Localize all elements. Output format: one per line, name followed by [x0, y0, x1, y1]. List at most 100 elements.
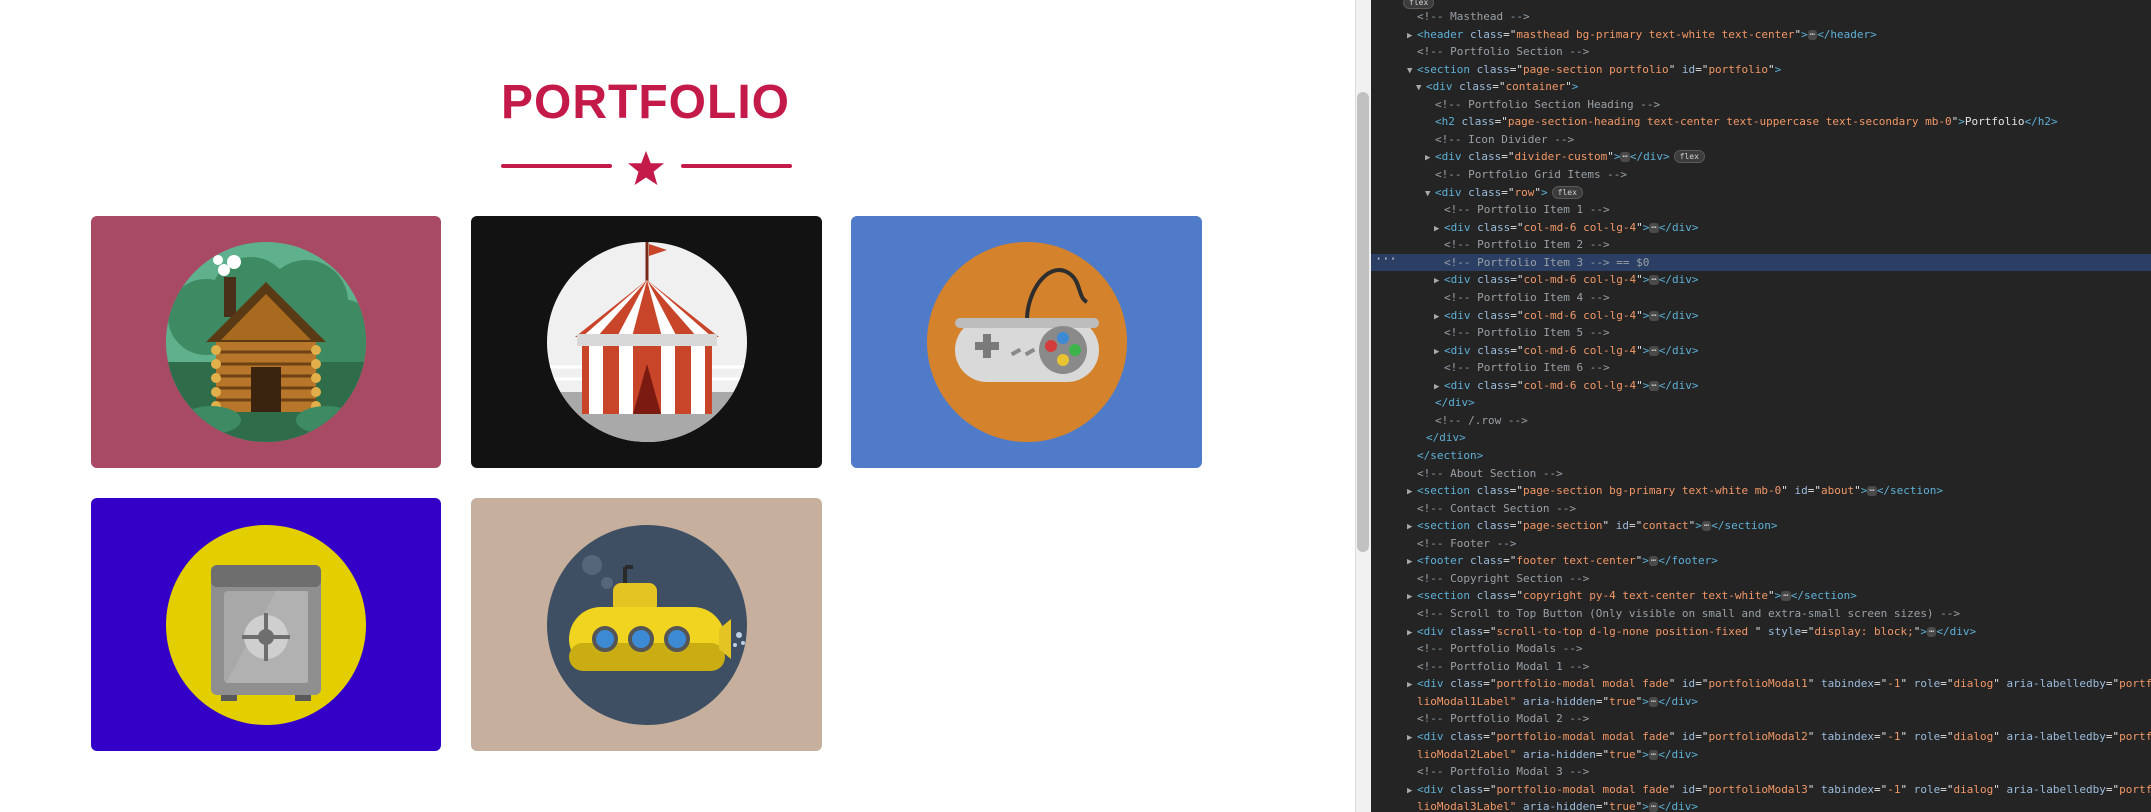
dom-node-line[interactable]: <!-- Portfolio Modal 2 --> [1371, 710, 2151, 727]
collapsed-triangle-icon[interactable]: ▶ [1407, 677, 1417, 694]
more-options-icon[interactable]: ··· [1375, 252, 1397, 266]
dom-node-line[interactable]: ▶ <div class="col-md-6 col-lg-4"> ⋯ </div> [1371, 377, 2151, 394]
ellipsis-icon[interactable]: ⋯ [1867, 486, 1877, 497]
dom-node-line[interactable]: ▶ <div class="portfolio-modal modal fade"… [1371, 675, 2151, 692]
ellipsis-icon[interactable]: ⋯ [1649, 275, 1659, 286]
closing-tag: </div> [1629, 150, 1670, 164]
dom-node-line[interactable]: ▶ <section class="page-section" id="conta… [1371, 517, 2151, 534]
attr-name: class [1443, 729, 1484, 743]
attr-name: id [1675, 677, 1696, 691]
collapsed-triangle-icon[interactable]: ▶ [1407, 730, 1417, 747]
ellipsis-icon[interactable]: ⋯ [1649, 310, 1659, 321]
collapsed-triangle-icon[interactable]: ▶ [1407, 625, 1417, 642]
dom-node-line[interactable]: lioModal3Label" aria-hidden="true"> ⋯ </di… [1371, 798, 2151, 812]
dom-node-line[interactable]: ▶ <div class="portfolio-modal modal fade"… [1371, 728, 2151, 745]
collapsed-triangle-icon[interactable]: ▶ [1434, 273, 1444, 290]
ellipsis-icon[interactable]: ⋯ [1648, 749, 1659, 760]
ellipsis-icon[interactable]: ⋯ [1781, 591, 1791, 602]
flex-badge[interactable]: flex [1551, 185, 1583, 199]
dom-node-line[interactable]: <!-- Portfolio Section --> [1371, 43, 2151, 60]
dom-node-line[interactable]: <!-- Copyright Section --> [1371, 570, 2151, 587]
dom-node-line[interactable]: ▶ <section class="page-section bg-primary… [1371, 482, 2151, 499]
html-comment: <!-- Scroll to Top Button (Only visible … [1417, 607, 1961, 621]
expanded-triangle-icon[interactable]: ▼ [1407, 63, 1417, 80]
dom-node-line[interactable]: lioModal1Label" aria-hidden="true"> ⋯ </di… [1371, 693, 2151, 710]
expanded-triangle-icon[interactable]: ▼ [1425, 186, 1435, 203]
collapsed-triangle-icon[interactable]: ▶ [1434, 379, 1444, 396]
dom-node-line[interactable]: <!-- Contact Section --> [1371, 500, 2151, 517]
dom-node-line[interactable]: <!-- Portfolio Modals --> [1371, 640, 2151, 657]
ellipsis-icon[interactable]: ⋯ [1649, 345, 1659, 356]
dom-node-line[interactable]: ▶ <div class="col-md-6 col-lg-4"> ⋯ </div> [1371, 342, 2151, 359]
dom-node-line[interactable]: <!-- Scroll to Top Button (Only visible … [1371, 605, 2151, 622]
dom-node-line[interactable]: <!-- Portfolio Grid Items --> [1371, 166, 2151, 183]
tag-name: <div [1426, 80, 1453, 94]
dom-node-line[interactable]: </section> [1371, 447, 2151, 464]
portfolio-item-3[interactable] [851, 216, 1202, 468]
dom-node-line[interactable]: <!-- Portfolio Section Heading --> [1371, 96, 2151, 113]
dom-node-line[interactable]: <!-- Portfolio Item 4 --> [1371, 289, 2151, 306]
dom-node-line[interactable]: ▼ <section class="page-section portfolio"… [1371, 61, 2151, 78]
dom-node-line[interactable]: <!-- Portfolio Item 2 --> [1371, 236, 2151, 253]
collapsed-triangle-icon[interactable]: ▶ [1407, 519, 1417, 536]
dom-node-line[interactable]: ▶ <header class="masthead bg-primary text… [1371, 26, 2151, 43]
ellipsis-icon[interactable]: ⋯ [1620, 152, 1630, 163]
page-scrollbar-thumb[interactable] [1357, 92, 1369, 552]
collapsed-triangle-icon[interactable]: ▶ [1407, 484, 1417, 501]
collapsed-triangle-icon[interactable]: ▶ [1434, 221, 1444, 238]
dom-node-line[interactable]: <!-- Portfolio Item 1 --> [1371, 201, 2151, 218]
dom-node-line[interactable]: ▶ <div class="divider-custom"> ⋯ </div> flex [1371, 148, 2151, 165]
dom-node-line[interactable]: lioModal2Label" aria-hidden="true"> ⋯ </di… [1371, 746, 2151, 763]
flex-badge[interactable]: flex [1673, 150, 1705, 164]
dom-node-line[interactable]: <!-- Portfolio Item 6 --> [1371, 359, 2151, 376]
dom-node-line[interactable]: <!-- Portfolio Modal 1 --> [1371, 658, 2151, 675]
attr-name: class [1463, 554, 1504, 568]
ellipsis-icon[interactable]: ⋯ [1649, 380, 1659, 391]
collapsed-triangle-icon[interactable]: ▶ [1434, 344, 1444, 361]
portfolio-item-1[interactable] [91, 216, 441, 468]
dom-node-line[interactable]: <!-- /.row --> [1371, 412, 2151, 429]
ellipsis-icon[interactable]: ⋯ [1807, 29, 1818, 40]
dom-node-line[interactable]: ▼ <div class="container"> [1371, 78, 2151, 95]
portfolio-item-5[interactable] [471, 498, 822, 751]
attr-value: dialog [1953, 729, 1994, 743]
dom-node-line[interactable]: ▶ <div class="portfolio-modal modal fade"… [1371, 781, 2151, 798]
ellipsis-icon[interactable]: ⋯ [1648, 696, 1659, 707]
dom-node-line[interactable]: ▶ <footer class="footer text-center"> ⋯ </f… [1371, 552, 2151, 569]
portfolio-item-2[interactable] [471, 216, 822, 468]
dom-node-line[interactable]: ▶ <div class="col-md-6 col-lg-4"> ⋯ </div> [1371, 307, 2151, 324]
collapsed-triangle-icon[interactable]: ▶ [1407, 783, 1417, 800]
closing-tag: </h2> [2024, 115, 2058, 129]
attr-value: dialog [1953, 782, 1994, 796]
dom-node-line[interactable]: <!-- About Section --> [1371, 465, 2151, 482]
dom-node-line[interactable]: ▶ <div class="col-md-6 col-lg-4"> ⋯ </div> [1371, 219, 2151, 236]
dom-node-line[interactable]: <!-- Icon Divider --> [1371, 131, 2151, 148]
collapsed-triangle-icon[interactable]: ▶ [1434, 309, 1444, 326]
submarine-icon [546, 524, 747, 725]
dom-node-line[interactable]: ▶ <div class="col-md-6 col-lg-4"> ⋯ </div> [1371, 271, 2151, 288]
ellipsis-icon[interactable]: ⋯ [1927, 626, 1937, 637]
dom-node-line[interactable]: <!-- Masthead --> [1371, 8, 2151, 25]
dom-node-line[interactable]: <!-- Portfolio Item 3 --> == $0 [1371, 253, 2151, 271]
collapsed-triangle-icon[interactable]: ▶ [1407, 589, 1417, 606]
ellipsis-icon[interactable]: ⋯ [1649, 222, 1659, 233]
dom-node-line[interactable]: ▼ <div class="row"> flex [1371, 184, 2151, 201]
collapsed-triangle-icon[interactable]: ▶ [1407, 28, 1417, 45]
collapsed-triangle-icon[interactable]: ▶ [1407, 554, 1417, 571]
portfolio-item-4[interactable] [91, 498, 441, 751]
dom-node-line[interactable]: ▶ <div class="scroll-to-top d-lg-none pos… [1371, 623, 2151, 640]
dom-node-line[interactable]: </div> [1371, 394, 2151, 411]
ellipsis-icon[interactable]: ⋯ [1648, 556, 1659, 567]
collapsed-triangle-icon[interactable]: ▶ [1425, 150, 1435, 167]
dom-node-line[interactable]: <!-- Portfolio Modal 3 --> [1371, 763, 2151, 780]
dom-node-line[interactable]: <!-- Portfolio Item 5 --> [1371, 324, 2151, 341]
expanded-triangle-icon[interactable]: ▼ [1416, 80, 1426, 97]
dom-node-line[interactable]: </div> [1371, 429, 2151, 446]
dom-node-line[interactable]: <h2 class="page-section-heading text-cen… [1371, 113, 2151, 130]
attr-name: class [1470, 273, 1511, 287]
safe-icon [166, 524, 366, 725]
dom-node-line[interactable]: ▶ <section class="copyright py-4 text-cen… [1371, 587, 2151, 604]
dom-node-line[interactable]: <!-- Footer --> [1371, 535, 2151, 552]
ellipsis-icon[interactable]: ⋯ [1701, 521, 1712, 532]
ellipsis-icon[interactable]: ⋯ [1648, 802, 1659, 812]
